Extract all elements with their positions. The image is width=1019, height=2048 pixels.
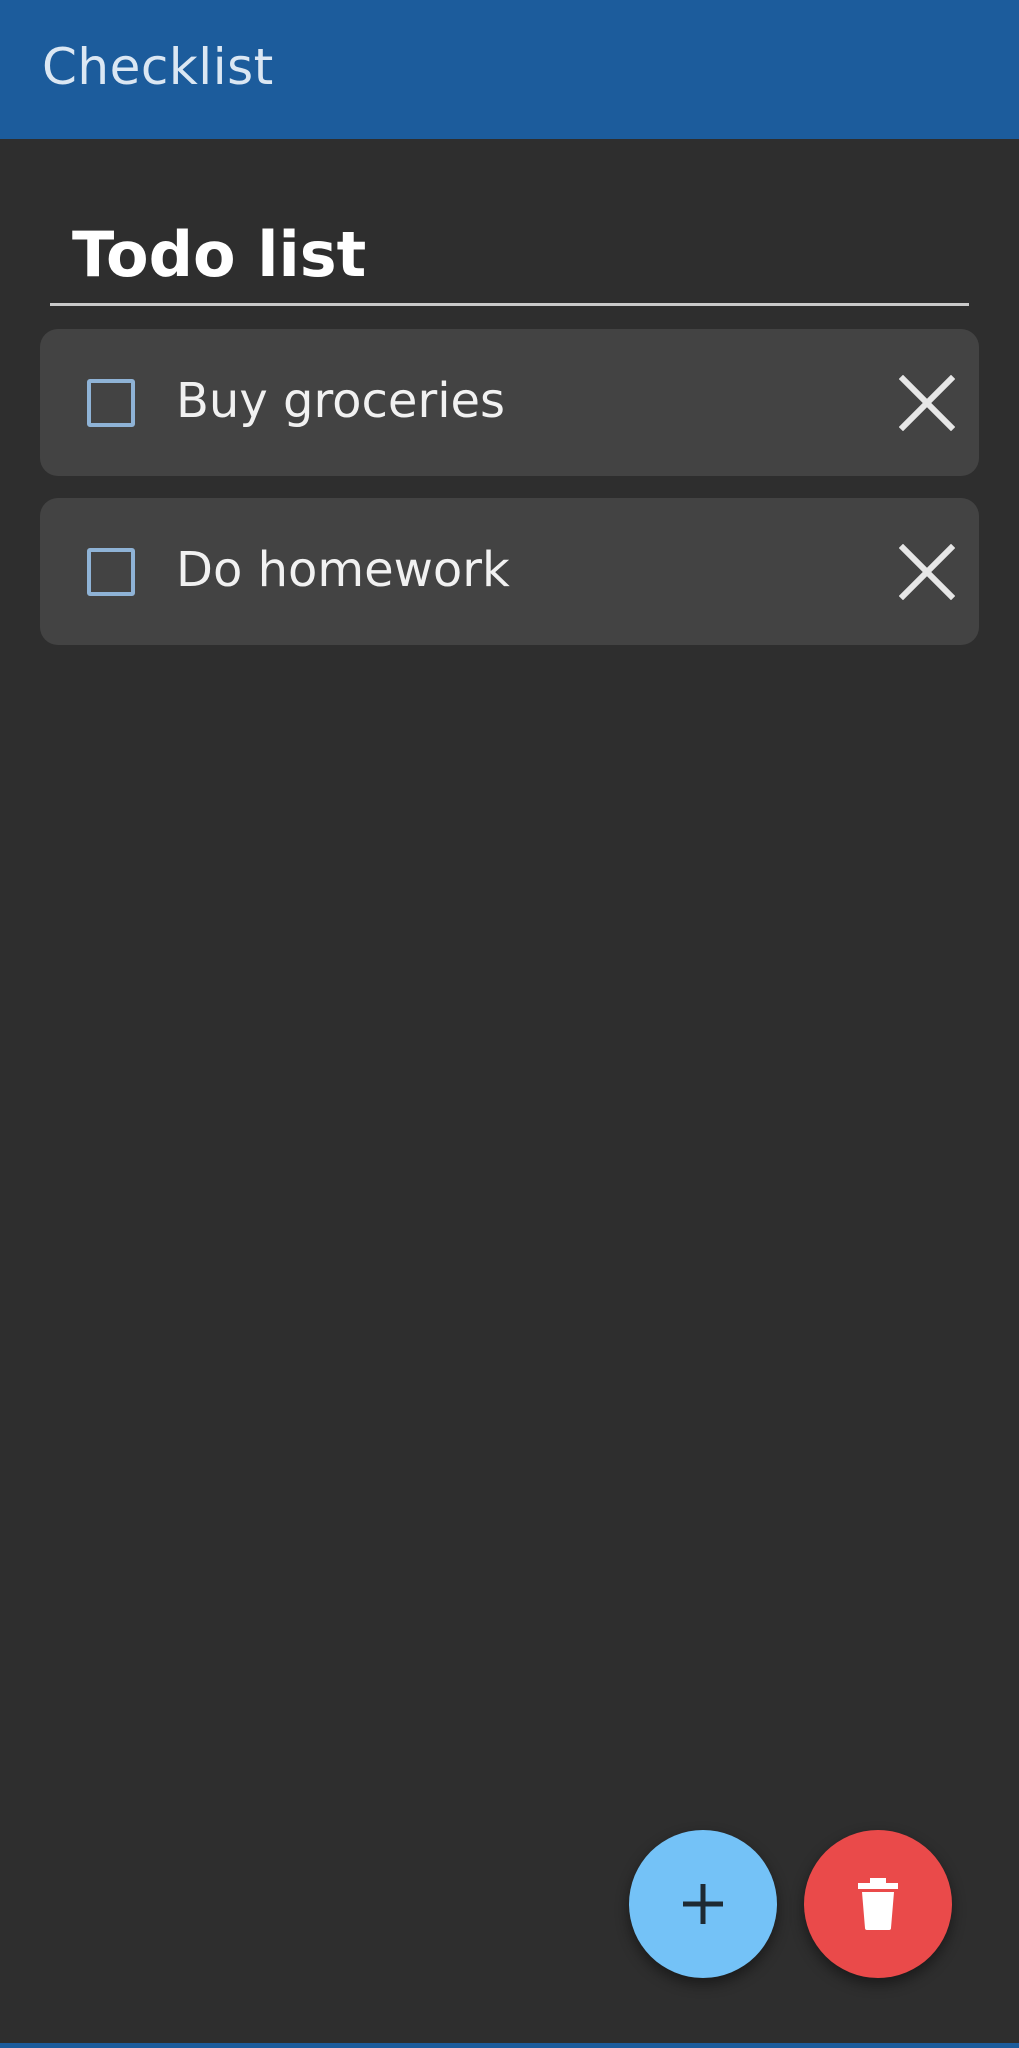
list-title[interactable]: Todo list — [72, 215, 366, 295]
todo-item-label[interactable]: Do homework — [176, 536, 510, 604]
plus-icon — [683, 1884, 723, 1924]
app-title: Checklist — [42, 38, 274, 96]
add-item-button[interactable] — [629, 1830, 777, 1978]
close-icon[interactable] — [899, 544, 955, 600]
todo-item-label[interactable]: Buy groceries — [176, 367, 505, 435]
checkbox[interactable] — [87, 548, 135, 596]
close-icon[interactable] — [899, 375, 955, 431]
trash-icon — [858, 1878, 898, 1930]
todo-item[interactable]: Buy groceries — [40, 329, 979, 476]
todo-item[interactable]: Do homework — [40, 498, 979, 645]
title-underline — [50, 303, 969, 306]
bottom-strip — [0, 2043, 1019, 2048]
delete-all-button[interactable] — [804, 1830, 952, 1978]
app-bar: Checklist — [0, 0, 1019, 139]
checkbox[interactable] — [87, 379, 135, 427]
